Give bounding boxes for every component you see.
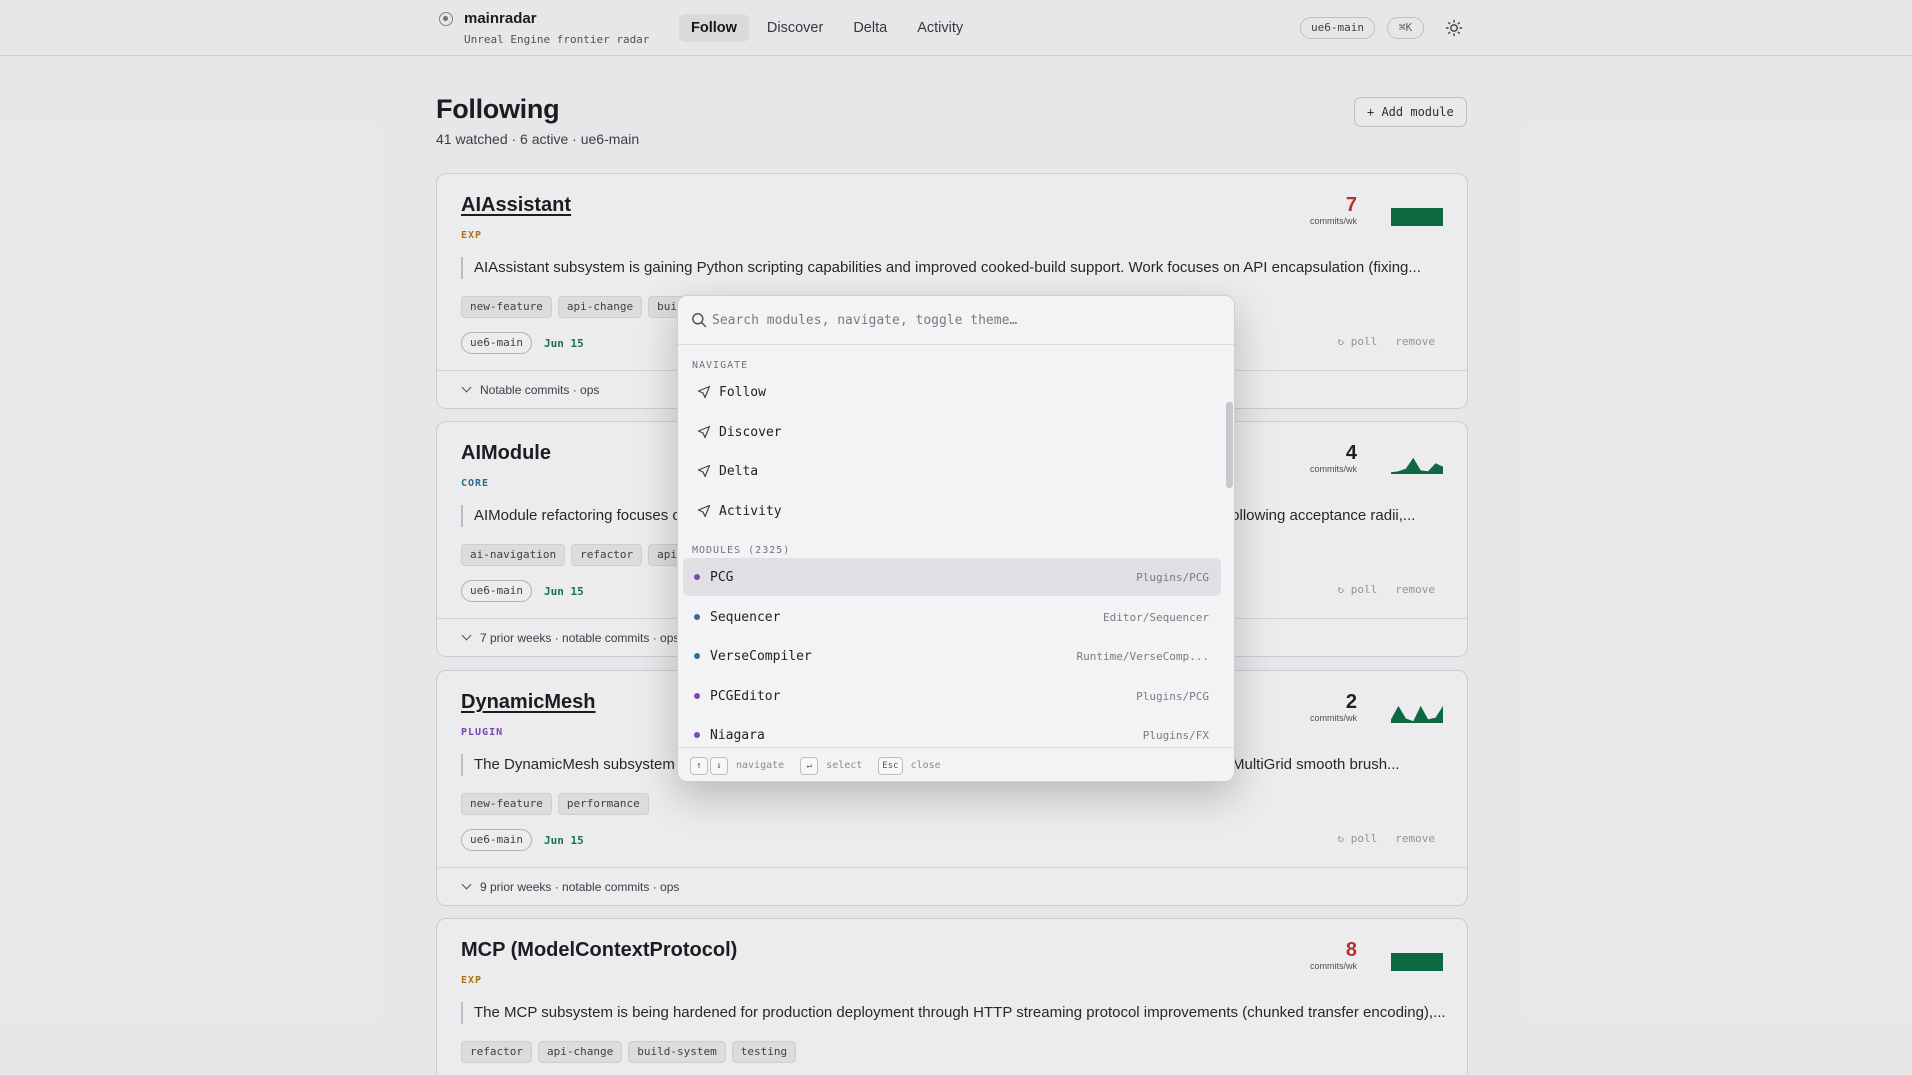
palette-search-input[interactable]: [712, 309, 1212, 331]
palette-module-item[interactable]: PCGEditor Plugins/PCG: [683, 677, 1221, 715]
search-icon: [692, 313, 707, 328]
select-hint: select: [826, 760, 863, 771]
enter-key: ↵: [800, 756, 819, 775]
modules-section-label: MODULES (2325): [692, 545, 791, 556]
palette-key-hints: ↑ ↓ navigate ↵ select Esc close: [678, 747, 1234, 781]
palette-nav-follow[interactable]: Follow: [683, 374, 1221, 410]
send-icon: [697, 425, 711, 439]
module-name: PCGEditor: [710, 688, 781, 704]
palette-scrollbar[interactable]: [1226, 402, 1233, 488]
module-path: Plugins/FX: [1142, 728, 1209, 742]
module-kind-dot: [694, 693, 700, 699]
palette-nav-label: Activity: [719, 503, 782, 519]
palette-nav-discover[interactable]: Discover: [683, 414, 1221, 450]
palette-nav-activity[interactable]: Activity: [683, 493, 1221, 529]
palette-module-item[interactable]: Niagara Plugins/FX: [683, 716, 1221, 742]
palette-nav-delta[interactable]: Delta: [683, 453, 1221, 489]
module-name: PCG: [710, 569, 734, 585]
navigate-section-label: NAVIGATE: [692, 360, 749, 371]
module-name: VerseCompiler: [710, 648, 812, 664]
palette-module-item[interactable]: VerseCompiler Runtime/VerseComp...: [683, 637, 1221, 675]
arrow-up-key: ↑: [690, 756, 708, 775]
module-path: Editor/Sequencer: [1103, 610, 1209, 624]
module-path: Plugins/PCG: [1136, 570, 1209, 584]
send-icon: [697, 464, 711, 478]
navigate-hint: navigate: [736, 760, 785, 771]
palette-nav-label: Discover: [719, 424, 782, 440]
module-name: Niagara: [710, 727, 765, 743]
command-palette: NAVIGATE Follow Discover Delta Activity …: [677, 295, 1235, 782]
palette-nav-label: Delta: [719, 463, 759, 479]
module-path: Plugins/PCG: [1136, 689, 1209, 703]
module-kind-dot: [694, 653, 700, 659]
module-path: Runtime/VerseComp...: [1076, 649, 1209, 663]
module-kind-dot: [694, 574, 700, 580]
send-icon: [697, 504, 711, 518]
module-kind-dot: [694, 732, 700, 738]
palette-nav-label: Follow: [719, 384, 766, 400]
module-name: Sequencer: [710, 609, 781, 625]
palette-module-item[interactable]: Sequencer Editor/Sequencer: [683, 598, 1221, 636]
palette-search-bar: [678, 296, 1234, 345]
close-hint: close: [910, 760, 941, 771]
palette-results: NAVIGATE Follow Discover Delta Activity …: [678, 346, 1234, 742]
arrow-down-key: ↓: [710, 756, 728, 775]
send-icon: [697, 385, 711, 399]
palette-module-item[interactable]: PCG Plugins/PCG: [683, 558, 1221, 596]
module-kind-dot: [694, 614, 700, 620]
esc-key: Esc: [878, 756, 903, 775]
